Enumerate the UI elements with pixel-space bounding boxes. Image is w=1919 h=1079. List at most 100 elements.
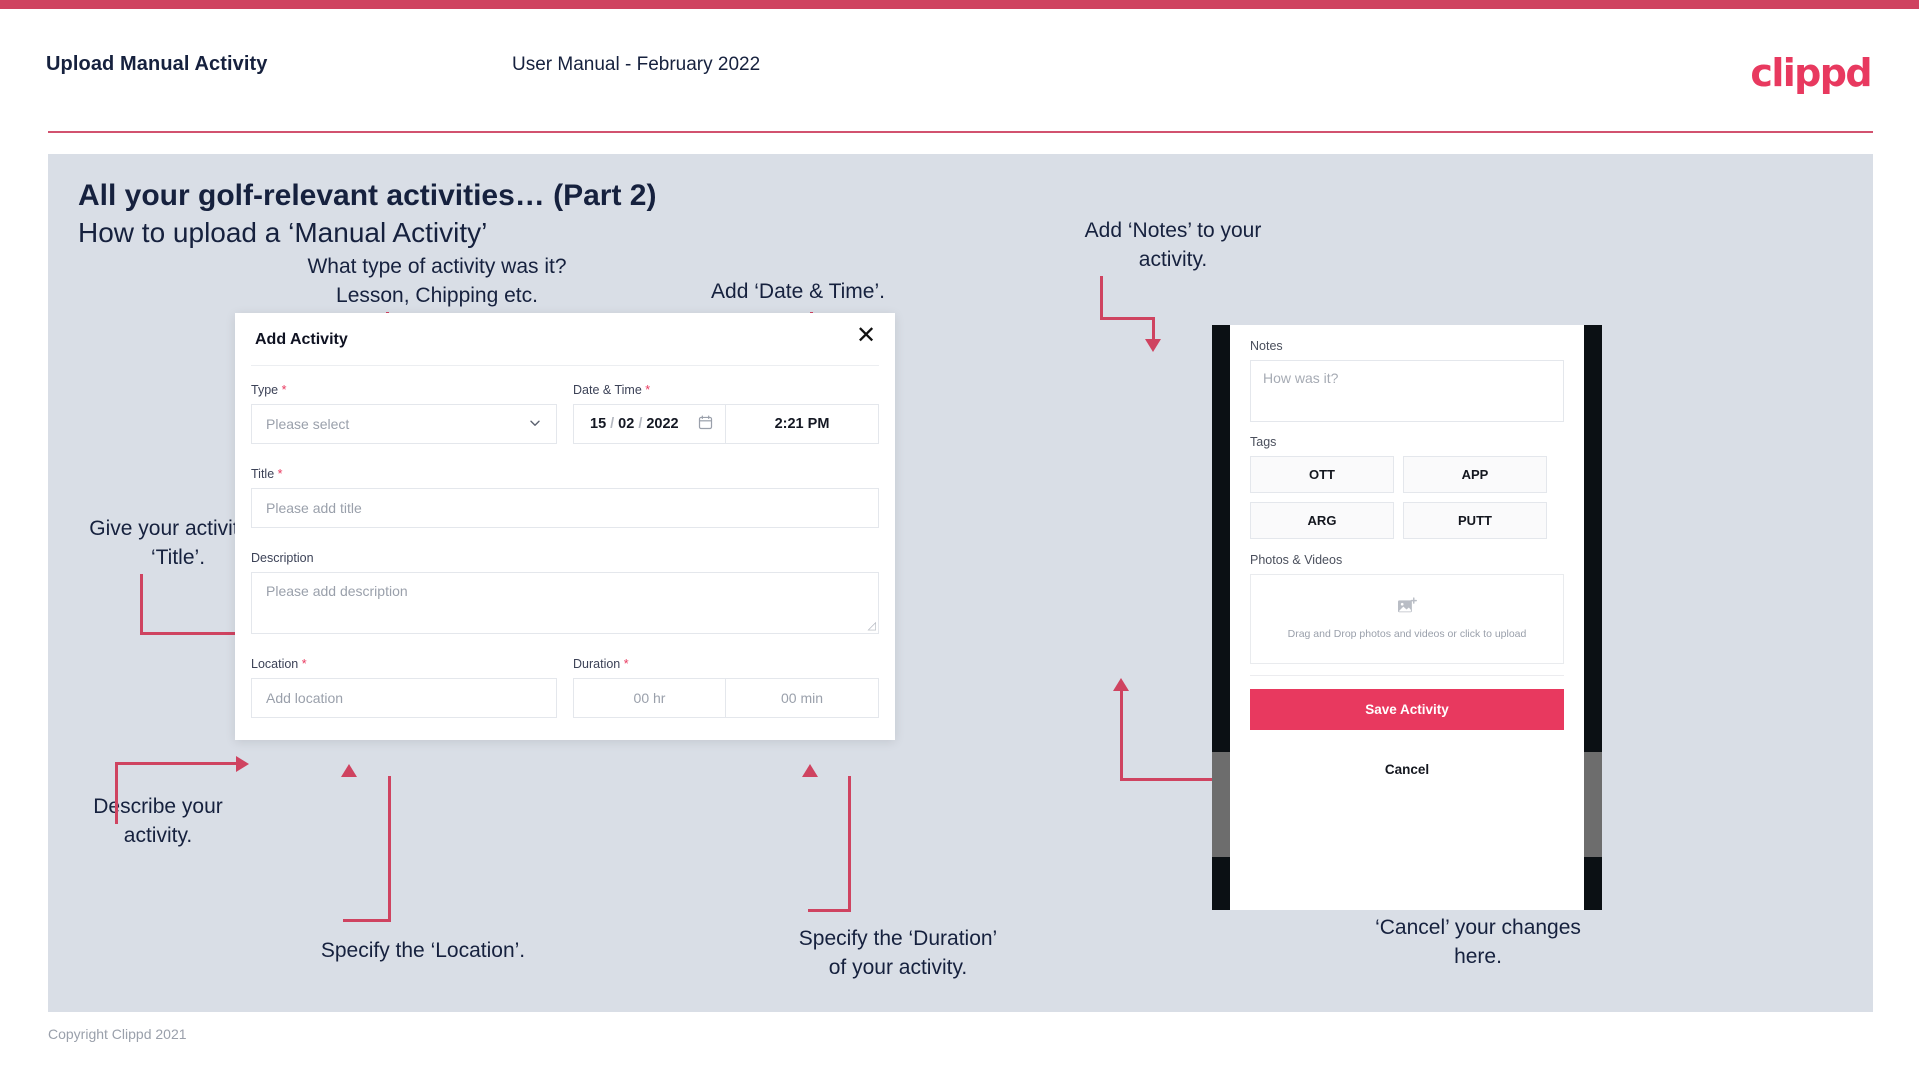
field-description: Description Please add description ◿ (251, 551, 879, 634)
dialog-header: Add Activity ✕ (235, 313, 895, 365)
type-select[interactable]: Please select (251, 404, 557, 444)
phone-mockup: Notes How was it? Tags OTT APP ARG PUTT … (1212, 325, 1602, 910)
calendar-icon[interactable] (698, 415, 713, 434)
header-subtitle: User Manual - February 2022 (512, 54, 761, 75)
type-select-placeholder: Please select (266, 416, 350, 432)
required-marker: * (623, 657, 629, 671)
row-description: Description Please add description ◿ (251, 551, 879, 634)
phone-photos-label: Photos & Videos (1250, 553, 1343, 567)
top-accent-bar (0, 0, 1919, 9)
phone-bezel-right (1584, 325, 1602, 910)
row-title: Title * Please add title (251, 467, 879, 528)
phone-bezel-left-accent (1212, 752, 1230, 857)
phone-tags-grid: OTT APP ARG PUTT (1250, 456, 1564, 539)
connector-title-h (140, 632, 245, 635)
dropzone-text: Drag and Drop photos and videos or click… (1287, 627, 1527, 640)
field-location: Location * Add location (251, 657, 557, 718)
phone-divider (1250, 675, 1564, 676)
date-input[interactable]: 15 / 02 / 2022 (573, 404, 726, 444)
annotation-notes: Add ‘Notes’ to your activity. (1084, 219, 1262, 271)
phone-tags-label: Tags (1250, 435, 1277, 449)
slide-title: All your golf-relevant activities… (Part… (78, 179, 657, 212)
page-title: Upload Manual Activity (46, 53, 268, 75)
footer-copyright: Copyright Clippd 2021 (48, 1026, 187, 1042)
duration-hours-input[interactable]: 00 hr (573, 678, 726, 718)
header-divider (48, 131, 1873, 133)
phone-bezel-right-accent (1584, 752, 1602, 857)
connector-duration-h (808, 909, 851, 912)
connector-duration-v (848, 776, 851, 911)
connector-notes-v2 (1152, 317, 1155, 340)
field-description-label: Description (251, 551, 314, 565)
connector-location-arrow (341, 764, 357, 777)
field-title-label: Title * (251, 467, 283, 481)
title-input-placeholder: Please add title (266, 500, 362, 516)
row-type-datetime: Type * Please select Date & Time * 15 / … (251, 383, 879, 444)
field-duration-label: Duration * (573, 657, 629, 671)
connector-notes-arrow (1145, 339, 1161, 352)
field-datetime-label: Date & Time * (573, 383, 651, 397)
connector-notes-h (1100, 317, 1155, 320)
cancel-button[interactable]: Cancel (1250, 752, 1564, 786)
annotation-location: Specify the ‘Location’. (320, 939, 526, 962)
connector-location-v (388, 776, 391, 921)
date-year: 2022 (646, 416, 679, 432)
date-day: 15 (590, 416, 607, 432)
row-location-duration: Location * Add location Duration * 00 hr… (251, 657, 879, 718)
field-duration: Duration * 00 hr 00 min (573, 657, 879, 718)
annotation-datetime: Add ‘Date & Time’. (711, 280, 885, 303)
field-type: Type * Please select (251, 383, 557, 444)
connector-title-v (140, 574, 143, 634)
date-sep-1: / (610, 416, 615, 432)
save-activity-button[interactable]: Save Activity (1250, 689, 1564, 730)
add-image-icon (1397, 596, 1418, 621)
field-datetime: Date & Time * 15 / 02 / 2022 2:21 PM (573, 383, 879, 444)
description-textarea[interactable]: Please add description ◿ (251, 572, 879, 634)
description-placeholder: Please add description (266, 583, 408, 599)
tag-button-arg[interactable]: ARG (1250, 502, 1394, 539)
phone-notes-placeholder: How was it? (1263, 370, 1339, 386)
dialog-title: Add Activity (255, 331, 348, 348)
connector-duration-arrow (802, 764, 818, 777)
connector-desc-h (115, 762, 237, 765)
required-marker: * (277, 467, 283, 481)
annotation-type: What type of activity was it? Lesson, Ch… (307, 255, 567, 307)
connector-save-v (1120, 690, 1123, 780)
tag-button-ott[interactable]: OTT (1250, 456, 1394, 493)
connector-desc-v (115, 762, 118, 824)
resize-handle-icon[interactable]: ◿ (868, 619, 876, 632)
phone-notes-label: Notes (1250, 339, 1283, 353)
close-icon[interactable]: ✕ (853, 324, 879, 350)
phone-screen: Notes How was it? Tags OTT APP ARG PUTT … (1230, 325, 1584, 910)
required-marker: * (281, 383, 287, 397)
date-month: 02 (618, 416, 635, 432)
field-location-label: Location * (251, 657, 307, 671)
slide-subtitle: How to upload a ‘Manual Activity’ (78, 217, 488, 248)
required-marker: * (301, 657, 307, 671)
phone-bezel-left (1212, 325, 1230, 910)
page-header: Upload Manual Activity User Manual - Feb… (0, 9, 1919, 133)
annotation-description: Describe your activity. (93, 795, 223, 847)
tag-button-app[interactable]: APP (1403, 456, 1547, 493)
connector-location-h (343, 919, 391, 922)
title-input[interactable]: Please add title (251, 488, 879, 528)
connector-desc-arrow (236, 756, 249, 772)
time-input[interactable]: 2:21 PM (726, 404, 879, 444)
dialog-divider (251, 365, 879, 366)
tag-button-putt[interactable]: PUTT (1403, 502, 1547, 539)
field-title: Title * Please add title (251, 467, 879, 528)
required-marker: * (645, 383, 651, 397)
connector-save-arrow (1113, 678, 1129, 691)
phone-notes-input[interactable]: How was it? (1250, 360, 1564, 422)
photo-dropzone[interactable]: Drag and Drop photos and videos or click… (1250, 574, 1564, 664)
add-activity-dialog: Add Activity ✕ Type * Please select Date… (235, 313, 895, 740)
field-type-label: Type * (251, 383, 287, 397)
location-input-placeholder: Add location (266, 690, 344, 706)
location-input[interactable]: Add location (251, 678, 557, 718)
duration-minutes-input[interactable]: 00 min (726, 678, 879, 718)
annotation-duration: Specify the ‘Duration’ of your activity. (798, 927, 998, 979)
date-sep-2: / (638, 416, 643, 432)
chevron-down-icon[interactable] (528, 416, 542, 433)
clippd-logo: clippd (1750, 51, 1872, 95)
connector-notes-v1 (1100, 276, 1103, 320)
